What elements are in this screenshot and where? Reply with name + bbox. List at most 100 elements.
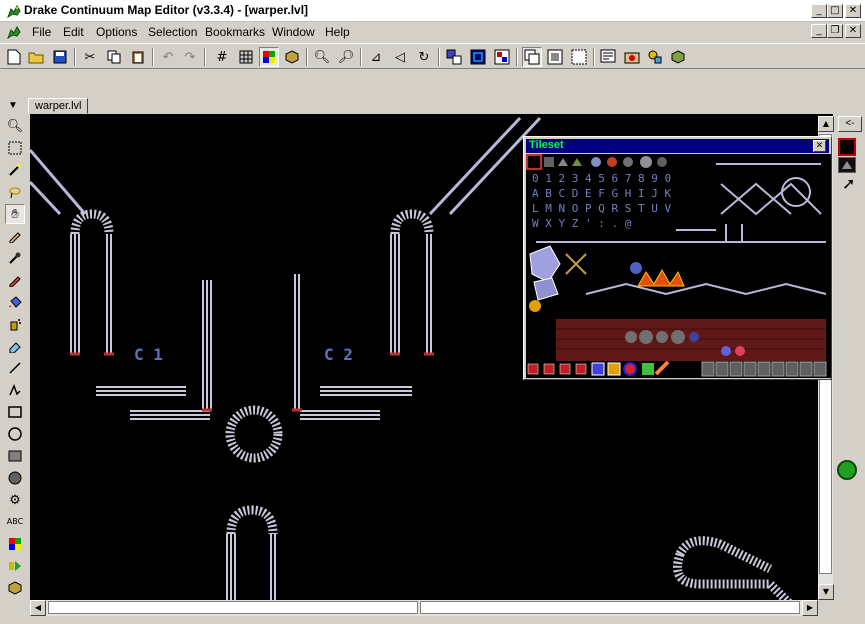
canvas-label-c2: C 2 [324, 345, 353, 364]
status-bar [0, 616, 865, 624]
mdi-close-button[interactable]: ✕ [845, 24, 861, 38]
minimize-button[interactable]: _ [811, 4, 827, 18]
lasso-tool-icon[interactable] [5, 182, 25, 202]
tile-grid-icon[interactable] [236, 47, 256, 67]
regions-icon[interactable] [622, 47, 642, 67]
tileset-row-digits: 0 1 2 3 4 5 6 7 8 9 0 [532, 172, 671, 185]
polyline-tool-icon[interactable] [5, 380, 25, 400]
color-swatch-tool-icon[interactable] [5, 534, 25, 554]
grid-icon[interactable]: # [212, 47, 232, 67]
menu-bar: File Edit Options Selection Bookmarks Wi… [0, 22, 865, 42]
fill-bucket-tool-icon[interactable] [5, 292, 25, 312]
dragon-app-icon[interactable] [6, 3, 22, 19]
new-file-icon[interactable] [4, 47, 24, 67]
rotate-icon[interactable]: ↻ [414, 47, 434, 67]
toolbar-separator [516, 48, 518, 66]
tileset-grid[interactable]: 0 1 2 3 4 5 6 7 8 9 0 A B C D E F G H I … [526, 154, 831, 378]
tileset-close-button[interactable]: ✕ [813, 140, 826, 152]
horizontal-scrollbar[interactable]: ◀ ▶ [30, 600, 818, 616]
toolbar-separator [360, 48, 362, 66]
window-tile-icon[interactable] [545, 47, 565, 67]
hand-pan-tool-icon[interactable]: ✋︎ [5, 204, 25, 224]
object-cube-tool-icon[interactable] [5, 578, 25, 598]
window-arrange-icon[interactable] [569, 47, 589, 67]
tileset-title: Tileset [529, 139, 564, 151]
mdi-minimize-button[interactable]: _ [811, 24, 827, 38]
filled-rect-tool-icon[interactable] [5, 446, 25, 466]
back-button[interactable]: <- [838, 116, 862, 132]
package-icon[interactable] [668, 47, 688, 67]
title-bar: Drake Continuum Map Editor (v3.3.4) - [w… [0, 0, 865, 22]
tileset-row-l-v: L M N O P Q R S T U V [532, 202, 671, 215]
paste-clipboard-icon[interactable] [128, 47, 148, 67]
tab-warper-lvl[interactable]: warper.lvl [28, 98, 89, 114]
tileset-window-icon[interactable] [492, 47, 512, 67]
scroll-up-arrow-icon[interactable]: ▲ [818, 116, 834, 132]
zoom-out-icon[interactable]: 🔎︎ [336, 47, 356, 67]
spray-tool-icon[interactable] [5, 314, 25, 334]
save-disk-icon[interactable] [50, 47, 70, 67]
menu-bookmarks[interactable]: Bookmarks [201, 25, 269, 39]
horizontal-scroll-thumb[interactable] [48, 601, 418, 614]
text-tool-icon[interactable]: ABC [5, 512, 25, 532]
eyedropper-tool-icon[interactable] [5, 248, 25, 268]
tileset-row-a-k: A B C D E F G H I J K [532, 187, 671, 200]
document-tabstrip: ▼ warper.lvl [0, 98, 834, 114]
cube-icon[interactable] [282, 47, 302, 67]
tileset-window[interactable]: Tileset ✕ 0 1 2 3 4 5 6 7 8 9 0 A B C D … [523, 136, 832, 380]
color-tiles-icon[interactable] [259, 47, 279, 67]
main-toolbar: ✂ ↶ ↷ # 🔍︎ 🔎︎ ⊿ ◁ ↻ [0, 43, 865, 69]
redo-icon[interactable]: ↷ [180, 47, 200, 67]
maximize-button[interactable]: □ [827, 4, 843, 18]
toolbar-separator [204, 48, 206, 66]
mdi-restore-button[interactable]: ❐ [827, 24, 843, 38]
close-button[interactable]: ✕ [845, 4, 861, 18]
line-tool-icon[interactable] [5, 358, 25, 378]
tab-menu-arrow-icon[interactable]: ▼ [8, 100, 18, 111]
play-test-tool-icon[interactable] [5, 556, 25, 576]
gear-tool-icon[interactable]: ⚙ [5, 490, 25, 510]
menu-options[interactable]: Options [92, 25, 141, 39]
swap-layers-icon[interactable] [444, 47, 464, 67]
properties-icon[interactable] [598, 47, 618, 67]
radar-icon[interactable] [468, 47, 488, 67]
window-title: Drake Continuum Map Editor (v3.3.4) - [w… [24, 3, 309, 17]
magnifier-tool-icon[interactable]: 🔍︎ [5, 116, 25, 136]
undo-icon[interactable]: ↶ [158, 47, 178, 67]
mouse-cursor-icon: ➚ [842, 176, 856, 193]
magic-wand-tool-icon[interactable] [5, 160, 25, 180]
radar-toggle-icon[interactable] [837, 460, 857, 480]
app-window: Drake Continuum Map Editor (v3.3.4) - [w… [0, 0, 865, 624]
menu-selection[interactable]: Selection [144, 25, 201, 39]
filled-ellipse-tool-icon[interactable] [5, 468, 25, 488]
open-folder-icon[interactable] [26, 47, 46, 67]
replace-tool-icon[interactable] [5, 336, 25, 356]
horizontal-scroll-track[interactable] [420, 601, 800, 614]
mirror-horizontal-icon[interactable]: ⊿ [366, 47, 386, 67]
eraser-tool-icon[interactable] [5, 270, 25, 290]
pencil-tool-icon[interactable] [5, 226, 25, 246]
tileset-title-bar[interactable]: Tileset ✕ [526, 139, 829, 153]
toolbar-separator [74, 48, 76, 66]
toolbar-separator [152, 48, 154, 66]
zoom-in-icon[interactable]: 🔍︎ [312, 47, 332, 67]
copy-icon[interactable] [104, 47, 124, 67]
scroll-down-arrow-icon[interactable]: ▼ [818, 584, 834, 600]
cut-scissors-icon[interactable]: ✂ [80, 47, 100, 67]
scroll-right-arrow-icon[interactable]: ▶ [802, 600, 818, 616]
mirror-vertical-icon[interactable]: ◁ [390, 47, 410, 67]
tileset-tiles: 0 1 2 3 4 5 6 7 8 9 0 A B C D E F G H I … [526, 154, 827, 377]
selected-tile-primary[interactable] [838, 138, 856, 156]
dragon-doc-icon[interactable] [6, 24, 22, 40]
menu-edit[interactable]: Edit [59, 25, 88, 39]
window-cascade-icon[interactable] [522, 47, 542, 67]
rectangle-tool-icon[interactable] [5, 402, 25, 422]
ellipse-tool-icon[interactable] [5, 424, 25, 444]
menu-help[interactable]: Help [321, 25, 354, 39]
menu-file[interactable]: File [28, 25, 55, 39]
menu-window[interactable]: Window [268, 25, 319, 39]
selected-tile-secondary[interactable] [838, 157, 856, 173]
tools-icon[interactable] [645, 47, 665, 67]
selection-rect-tool-icon[interactable] [5, 138, 25, 158]
scroll-left-arrow-icon[interactable]: ◀ [30, 600, 46, 616]
